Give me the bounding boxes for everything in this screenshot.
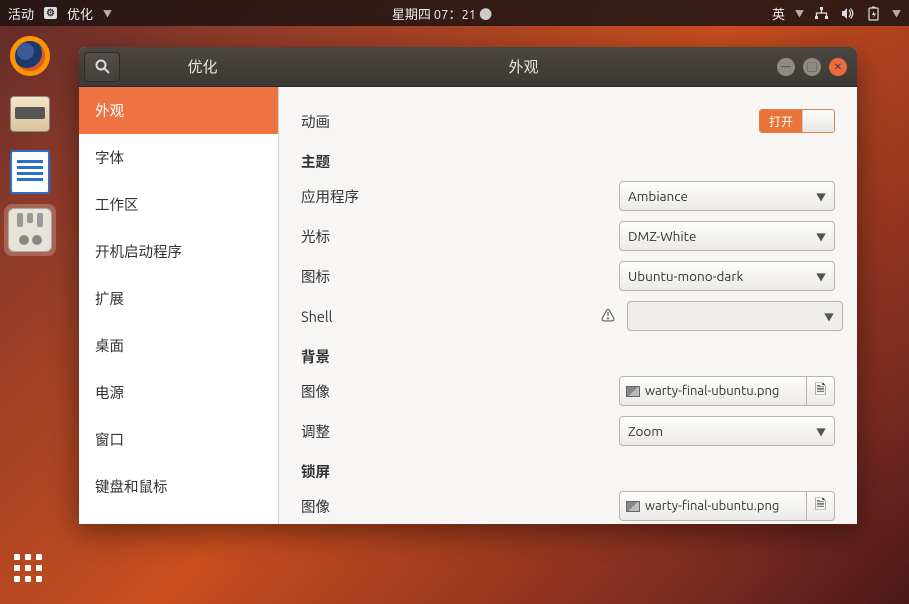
app-menu-label[interactable]: 优化 [67,4,93,23]
sidebar-item-appearance[interactable]: 外观 [79,87,278,134]
animations-switch[interactable]: 打开 [759,109,835,133]
sidebar-item-label: 工作区 [95,196,139,213]
combo-value: DMZ-White [628,228,696,244]
firefox-icon [10,36,50,76]
sidebar-item-label: 扩展 [95,290,124,307]
cursor-theme-label: 光标 [301,226,601,247]
input-method-label[interactable]: 英 [772,4,785,23]
sidebar-item-keyboard-mouse[interactable]: 键盘和鼠标 [79,463,278,510]
dock-firefox[interactable] [4,30,56,82]
sidebar-item-label: 桌面 [95,337,124,354]
warning-icon: ⚠ [601,306,615,326]
lockscreen-image-browse-button[interactable]: 🗎 [807,491,835,521]
maximize-button[interactable]: ▢ [803,58,821,76]
dock-tweaks[interactable] [4,204,56,256]
chevron-down-icon: ▼ [816,229,826,244]
document-icon: 🗎 [815,379,826,403]
sidebar-item-label: 外观 [95,102,124,119]
document-icon: 🗎 [815,494,826,518]
writer-icon [10,150,50,194]
dock-files[interactable] [4,88,56,140]
image-icon [626,501,640,512]
tweaks-icon [8,208,52,252]
chevron-down-icon: ▼ [816,189,826,204]
close-button[interactable]: ✕ [829,58,847,76]
window-title-center: 外观 [280,56,767,77]
sidebar-item-label: 窗口 [95,431,124,448]
network-icon[interactable] [814,5,830,21]
volume-icon[interactable] [840,5,856,21]
tweaks-window: 优化 外观 ― ▢ ✕ 外观 字体 工作区 开机启动程序 扩展 桌面 电源 窗口… [79,47,857,524]
content-panel: 动画 打开 主题 应用程序 Ambiance ▼ [279,87,857,524]
animations-label: 动画 [301,111,601,132]
sidebar-item-label: 键盘和鼠标 [95,478,168,495]
clock-label[interactable]: 星期四 07：21 [392,8,476,22]
app-menu-icon: ⚙ [44,7,57,19]
sidebar-item-extensions[interactable]: 扩展 [79,275,278,322]
search-icon [95,59,110,74]
file-name: warty-final-ubuntu.png [645,384,779,398]
dock [4,30,60,256]
background-adjust-combo[interactable]: Zoom ▼ [619,416,835,446]
image-icon [626,386,640,397]
battery-icon[interactable] [866,5,882,21]
switch-knob [802,110,834,132]
window-title-left: 优化 [125,56,280,77]
sidebar-item-label: 字体 [95,149,124,166]
background-image-browse-button[interactable]: 🗎 [807,376,835,406]
chevron-down-icon: ▼ [824,309,834,324]
sidebar-item-workspaces[interactable]: 工作区 [79,181,278,228]
top-panel: 活动 ⚙ 优化 ▼ 星期四 07：21 ● 英 ▼ ▼ [0,0,909,26]
chevron-down-icon: ▼ [795,7,804,20]
combo-value: Ubuntu-mono-dark [628,268,743,284]
sidebar-item-startup[interactable]: 开机启动程序 [79,228,278,275]
show-applications-button[interactable] [14,554,44,584]
sidebar-item-label: 开机启动程序 [95,243,182,260]
dock-writer[interactable] [4,146,56,198]
icons-theme-label: 图标 [301,266,601,287]
chevron-down-icon: ▼ [816,269,826,284]
background-adjust-label: 调整 [301,421,601,442]
sidebar-item-fonts[interactable]: 字体 [79,134,278,181]
lockscreen-image-label: 图像 [301,496,601,517]
combo-value: Ambiance [628,188,688,204]
chevron-down-icon: ▼ [103,7,112,20]
sidebar-item-desktop[interactable]: 桌面 [79,322,278,369]
file-name: warty-final-ubuntu.png [645,499,779,513]
files-icon [10,96,50,132]
theme-heading: 主题 [301,141,835,176]
combo-value: Zoom [628,423,663,439]
lockscreen-heading: 锁屏 [301,451,835,486]
chevron-down-icon: ▼ [816,424,826,439]
sidebar-item-windows[interactable]: 窗口 [79,416,278,463]
background-image-label: 图像 [301,381,601,402]
search-button[interactable] [84,52,120,82]
sidebar-item-power[interactable]: 电源 [79,369,278,416]
sidebar: 外观 字体 工作区 开机启动程序 扩展 桌面 电源 窗口 键盘和鼠标 顶栏 [79,87,279,524]
lockscreen-image-button[interactable]: warty-final-ubuntu.png [619,491,807,521]
activities-button[interactable]: 活动 [8,4,34,23]
notification-dot-icon: ● [479,8,492,22]
sidebar-item-topbar[interactable]: 顶栏 [79,510,278,524]
icons-theme-combo[interactable]: Ubuntu-mono-dark ▼ [619,261,835,291]
switch-on-label: 打开 [760,110,802,132]
background-image-button[interactable]: warty-final-ubuntu.png [619,376,807,406]
shell-theme-label: Shell [301,308,601,325]
chevron-down-icon: ▼ [892,7,901,20]
sidebar-item-label: 电源 [95,384,124,401]
cursor-theme-combo[interactable]: DMZ-White ▼ [619,221,835,251]
applications-theme-label: 应用程序 [301,186,601,207]
shell-theme-combo: ▼ [627,301,843,331]
applications-theme-combo[interactable]: Ambiance ▼ [619,181,835,211]
background-heading: 背景 [301,336,835,371]
minimize-button[interactable]: ― [777,58,795,76]
titlebar: 优化 外观 ― ▢ ✕ [79,47,857,87]
